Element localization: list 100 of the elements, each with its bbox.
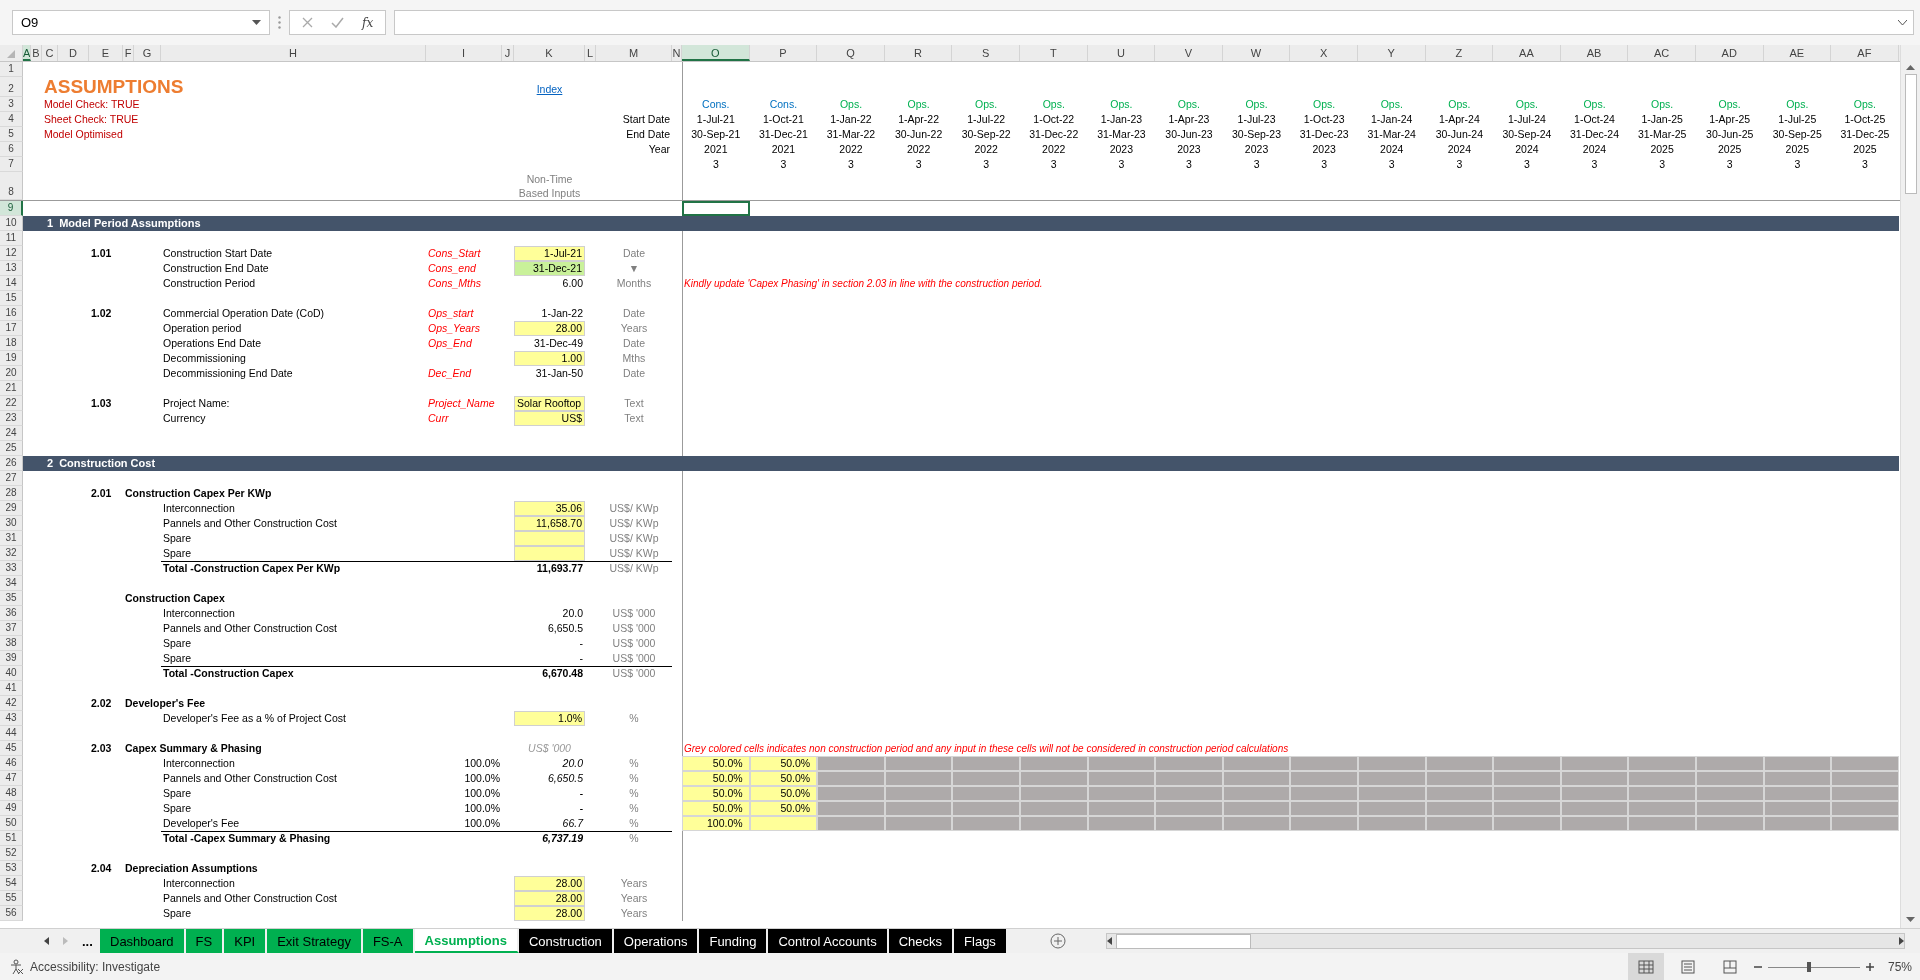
sheet-tab[interactable]: Flags xyxy=(954,929,1008,953)
scroll-up-icon[interactable] xyxy=(1906,65,1915,70)
sheet-tab[interactable]: Checks xyxy=(888,929,955,953)
column-header[interactable]: Q xyxy=(817,45,885,61)
scroll-thumb[interactable] xyxy=(1904,74,1917,194)
sheet-tab[interactable]: FS-A xyxy=(362,929,415,953)
zoom-slider[interactable] xyxy=(1767,960,1860,973)
sheet-tab[interactable]: Dashboard xyxy=(100,929,186,953)
column-header[interactable]: H xyxy=(161,45,426,61)
column-header[interactable]: P xyxy=(749,45,818,61)
row-header[interactable]: 56 xyxy=(0,906,23,921)
expand-caret-icon[interactable] xyxy=(1898,20,1907,25)
row-header[interactable]: 53 xyxy=(0,861,23,876)
column-header[interactable]: A xyxy=(23,45,31,61)
row-header[interactable]: 3 xyxy=(0,97,23,112)
row-header[interactable]: 45 xyxy=(0,741,23,756)
row-header[interactable]: 6 xyxy=(0,142,23,157)
function-button[interactable]: fx xyxy=(362,13,374,32)
row-header[interactable]: 5 xyxy=(0,127,23,142)
scroll-right-icon[interactable] xyxy=(1899,937,1904,945)
row-header[interactable]: 26 xyxy=(0,456,23,471)
row-header[interactable]: 36 xyxy=(0,606,23,621)
column-header[interactable]: R xyxy=(884,45,953,61)
row-header[interactable]: 32 xyxy=(0,546,23,561)
row-header[interactable]: 12 xyxy=(0,246,23,261)
row-header[interactable]: 34 xyxy=(0,576,23,591)
index-link[interactable]: Index xyxy=(514,82,585,97)
drag-handle-icon[interactable] xyxy=(278,16,281,29)
add-sheet-icon[interactable] xyxy=(1049,933,1066,949)
column-header[interactable]: AC xyxy=(1628,45,1696,61)
sheet-tab[interactable]: KPI xyxy=(224,929,268,953)
accessibility-status[interactable]: Accessibility: Investigate xyxy=(30,957,161,976)
row-header[interactable]: 27 xyxy=(0,471,23,486)
zoom-percent[interactable]: 75% xyxy=(1887,957,1912,976)
column-header[interactable]: V xyxy=(1155,45,1223,61)
row-header[interactable]: 28 xyxy=(0,486,23,501)
column-header[interactable]: I xyxy=(426,45,502,61)
row-header[interactable]: 14 xyxy=(0,276,23,291)
check-icon[interactable] xyxy=(331,17,344,28)
row-header[interactable]: 42 xyxy=(0,696,23,711)
column-header[interactable]: G xyxy=(134,45,161,61)
row-header[interactable]: 13 xyxy=(0,261,23,276)
close-icon[interactable] xyxy=(302,17,313,28)
row-header[interactable]: 43 xyxy=(0,711,23,726)
row-header[interactable]: 7 xyxy=(0,157,23,172)
row-header[interactable]: 23 xyxy=(0,411,23,426)
row-header[interactable]: 52 xyxy=(0,846,23,861)
column-header[interactable]: C xyxy=(42,45,58,61)
column-header[interactable]: X xyxy=(1290,45,1358,61)
column-header[interactable]: F xyxy=(123,45,134,61)
formula-input[interactable] xyxy=(394,10,1914,35)
sheet-tab[interactable]: Control Accounts xyxy=(768,929,889,953)
scroll-left-icon[interactable] xyxy=(1106,937,1112,945)
row-header[interactable]: 24 xyxy=(0,426,23,441)
column-header[interactable]: AD xyxy=(1695,45,1764,61)
sheet-tab[interactable]: Exit Strategy xyxy=(267,929,363,953)
row-header[interactable]: 29 xyxy=(0,501,23,516)
row-header[interactable]: 4 xyxy=(0,112,23,127)
column-header[interactable]: S xyxy=(952,45,1020,61)
slider-thumb[interactable] xyxy=(1807,961,1812,972)
sheet-tab[interactable]: Operations xyxy=(613,929,700,953)
row-header[interactable]: 40 xyxy=(0,666,23,681)
column-header[interactable]: AB xyxy=(1560,45,1629,61)
dropdown-caret-icon[interactable] xyxy=(252,20,261,25)
row-header[interactable]: 8 xyxy=(0,172,23,200)
scroll-down-icon[interactable] xyxy=(1906,917,1915,922)
row-header[interactable]: 54 xyxy=(0,876,23,891)
row-header[interactable]: 15 xyxy=(0,291,23,306)
row-header[interactable]: 25 xyxy=(0,441,23,456)
column-header[interactable]: B xyxy=(31,45,42,61)
column-header[interactable]: Y xyxy=(1357,45,1426,61)
row-header[interactable]: 49 xyxy=(0,801,23,816)
column-header[interactable]: AE xyxy=(1763,45,1832,61)
row-header[interactable]: 20 xyxy=(0,366,23,381)
row-header[interactable]: 30 xyxy=(0,516,23,531)
row-header[interactable]: 37 xyxy=(0,621,23,636)
zoom-in-icon[interactable] xyxy=(1865,962,1874,971)
row-header[interactable]: 2 xyxy=(0,77,23,97)
column-header[interactable]: D xyxy=(58,45,89,61)
row-header[interactable]: 38 xyxy=(0,636,23,651)
row-header[interactable]: 50 xyxy=(0,816,23,831)
column-header[interactable]: J xyxy=(502,45,514,61)
column-header[interactable]: Z xyxy=(1425,45,1494,61)
row-header[interactable]: 17 xyxy=(0,321,23,336)
row-header[interactable]: 31 xyxy=(0,531,23,546)
row-header[interactable]: 55 xyxy=(0,891,23,906)
column-header[interactable]: L xyxy=(585,45,596,61)
row-header[interactable]: 33 xyxy=(0,561,23,576)
row-header[interactable]: 11 xyxy=(0,231,23,246)
normal-view-button[interactable] xyxy=(1627,953,1664,980)
row-header[interactable]: 9 xyxy=(0,201,23,216)
row-header[interactable]: 16 xyxy=(0,306,23,321)
row-header[interactable]: 47 xyxy=(0,771,23,786)
row-header[interactable]: 39 xyxy=(0,651,23,666)
column-header[interactable]: O xyxy=(682,45,750,61)
row-header[interactable]: 35 xyxy=(0,591,23,606)
column-header[interactable]: AA xyxy=(1493,45,1561,61)
sheet-tab[interactable]: FS xyxy=(185,929,225,953)
row-header[interactable]: 1 xyxy=(0,62,23,77)
column-header[interactable]: T xyxy=(1019,45,1088,61)
